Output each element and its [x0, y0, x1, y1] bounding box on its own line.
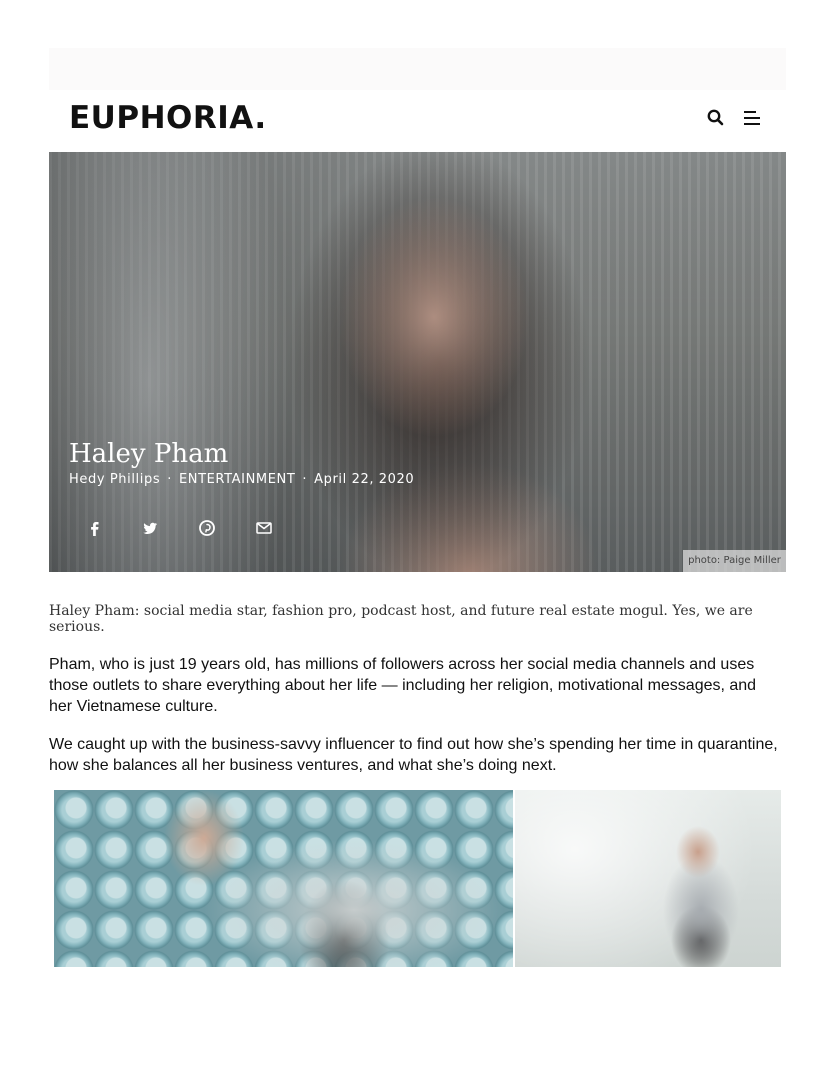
site-logo[interactable]: EUPHORIA.: [69, 100, 267, 136]
search-icon[interactable]: [705, 107, 727, 129]
pinterest-icon[interactable]: [197, 518, 217, 538]
photo-gallery: [54, 790, 781, 967]
gallery-photo-portrait: [515, 790, 781, 967]
facebook-icon[interactable]: [85, 518, 105, 538]
article-paragraph: We caught up with the business-savvy inf…: [49, 736, 778, 774]
site-header: EUPHORIA.: [49, 90, 786, 152]
author-link[interactable]: Hedy Phillips: [69, 472, 160, 487]
publish-date: April 22, 2020: [314, 472, 415, 487]
email-icon[interactable]: [254, 518, 274, 538]
top-strip: [49, 48, 786, 90]
article-meta: Hedy Phillips · ENTERTAINMENT · April 22, 20…: [69, 472, 414, 487]
article-lede: Haley Pham: social media star, fashion p…: [49, 603, 753, 635]
twitter-icon[interactable]: [140, 518, 160, 538]
hero-image: Haley Pham Hedy Phillips · ENTERTAINMENT · A…: [49, 152, 786, 572]
menu-icon[interactable]: [741, 107, 763, 129]
hero-overlay: [49, 152, 786, 572]
meta-separator: ·: [302, 472, 308, 487]
article-title: Haley Pham: [69, 439, 229, 470]
gallery-photo-ball-pit: [54, 790, 513, 967]
category-link[interactable]: ENTERTAINMENT: [179, 472, 295, 487]
photo-credit: photo: Paige Miller: [683, 550, 786, 572]
article-paragraph: Pham, who is just 19 years old, has mill…: [49, 656, 757, 715]
meta-separator: ·: [167, 472, 172, 487]
